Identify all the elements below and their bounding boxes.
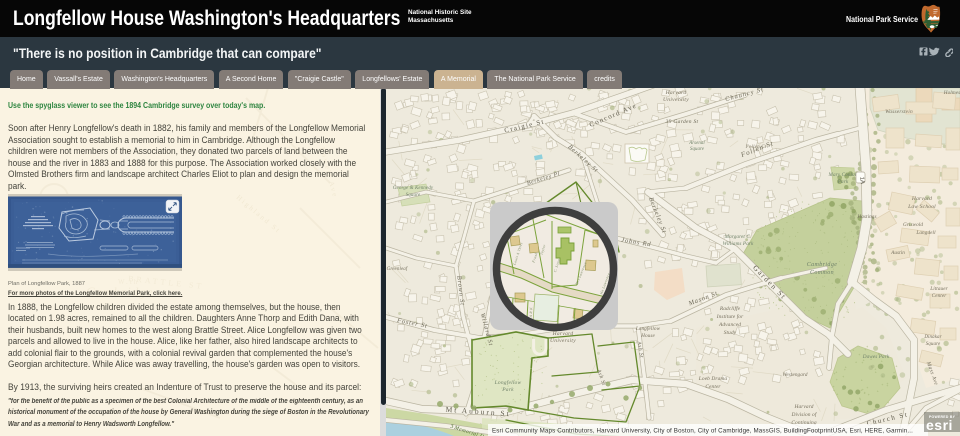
svg-text:+: + — [881, 360, 883, 364]
svg-text:Greenleaf: Greenleaf — [387, 267, 408, 272]
svg-text:Langdell: Langdell — [915, 230, 936, 236]
svg-text:+: + — [877, 390, 879, 394]
svg-text:Margaret C.: Margaret C. — [724, 234, 752, 240]
svg-text:Dinakar: Dinakar — [923, 335, 941, 340]
svg-text:Hastings: Hastings — [856, 214, 876, 220]
svg-text:Common: Common — [810, 270, 834, 276]
svg-text:Longfellow: Longfellow — [635, 325, 661, 332]
svg-text:+: + — [833, 385, 835, 389]
svg-text:+: + — [893, 371, 895, 375]
svg-text:+: + — [836, 378, 838, 382]
svg-text:Division of: Division of — [791, 411, 818, 418]
svg-text:Littauer: Littauer — [929, 286, 948, 292]
svg-text:Radcliffe: Radcliffe — [719, 305, 741, 312]
svg-text:+: + — [886, 384, 888, 388]
svg-text:+: + — [895, 364, 897, 368]
svg-text:+: + — [864, 391, 866, 395]
svg-text:Advanced: Advanced — [718, 322, 741, 328]
svg-text:Longfellow: Longfellow — [494, 379, 522, 386]
svg-text:+: + — [858, 353, 860, 357]
svg-text:Study: Study — [724, 330, 737, 336]
svg-text:Wasserstein: Wasserstein — [885, 109, 913, 115]
svg-text:+: + — [887, 401, 889, 405]
svg-text:Square: Square — [926, 342, 941, 347]
svg-text:Harvard: Harvard — [665, 90, 687, 96]
svg-text:1A: 1A — [858, 176, 865, 184]
svg-text:Harvard: Harvard — [552, 331, 574, 337]
svg-text:Arsenal: Arsenal — [688, 141, 705, 146]
svg-text:Esri Community Maps Contributo: Esri Community Maps Contributors, Harvar… — [492, 428, 913, 435]
svg-text:Williams Park: Williams Park — [723, 241, 754, 247]
svg-text:39 Garden St: 39 Garden St — [665, 119, 699, 125]
svg-text:+: + — [859, 397, 861, 401]
svg-text:Austin: Austin — [890, 250, 905, 256]
svg-text:+: + — [842, 375, 844, 379]
svg-text:University: University — [550, 338, 576, 344]
svg-text:+: + — [844, 368, 846, 372]
svg-text:+: + — [881, 383, 883, 387]
svg-text:Law School: Law School — [907, 204, 936, 210]
svg-text:Square: Square — [406, 193, 421, 198]
svg-text:+: + — [868, 393, 870, 397]
svg-text:Loeb Drama: Loeb Drama — [698, 376, 728, 382]
svg-text:+: + — [866, 386, 868, 390]
svg-text:Harvard: Harvard — [911, 196, 932, 202]
svg-text:+: + — [835, 371, 837, 375]
svg-text:George & Kennedy: George & Kennedy — [393, 186, 434, 191]
svg-text:Dawes Park: Dawes Park — [862, 354, 890, 360]
svg-text:+: + — [833, 389, 835, 393]
svg-text:+: + — [864, 348, 866, 352]
svg-text:Follen Ct: Follen Ct — [745, 145, 767, 150]
svg-text:Center: Center — [705, 384, 721, 390]
svg-text:Center: Center — [932, 293, 948, 299]
svg-text:Harvard: Harvard — [793, 404, 813, 410]
svg-text:Westengard: Westengard — [782, 372, 807, 378]
svg-text:Holmes: Holmes — [943, 90, 960, 96]
svg-text:Griswold: Griswold — [903, 222, 923, 228]
svg-text:University: University — [663, 97, 689, 103]
svg-text:+: + — [861, 379, 863, 383]
svg-text:+: + — [866, 345, 868, 349]
svg-text:+: + — [851, 400, 853, 404]
svg-text:+: + — [858, 402, 860, 406]
svg-text:Cambridge: Cambridge — [807, 262, 838, 268]
svg-text:Park: Park — [837, 179, 849, 185]
svg-text:esri: esri — [926, 417, 953, 433]
svg-text:House: House — [640, 333, 655, 339]
svg-text:Institute for: Institute for — [716, 313, 744, 320]
svg-text:+: + — [852, 349, 854, 353]
svg-text:Square: Square — [690, 147, 705, 152]
svg-text:+: + — [867, 410, 869, 414]
svg-text:+: + — [860, 388, 862, 392]
svg-text:+: + — [855, 361, 857, 365]
svg-text:Mary Conlan: Mary Conlan — [828, 172, 858, 178]
svg-text:Highland St: Highland St — [235, 193, 283, 235]
svg-text:Park: Park — [501, 387, 514, 393]
svg-text:+: + — [836, 392, 838, 396]
svg-text:+: + — [875, 370, 877, 374]
